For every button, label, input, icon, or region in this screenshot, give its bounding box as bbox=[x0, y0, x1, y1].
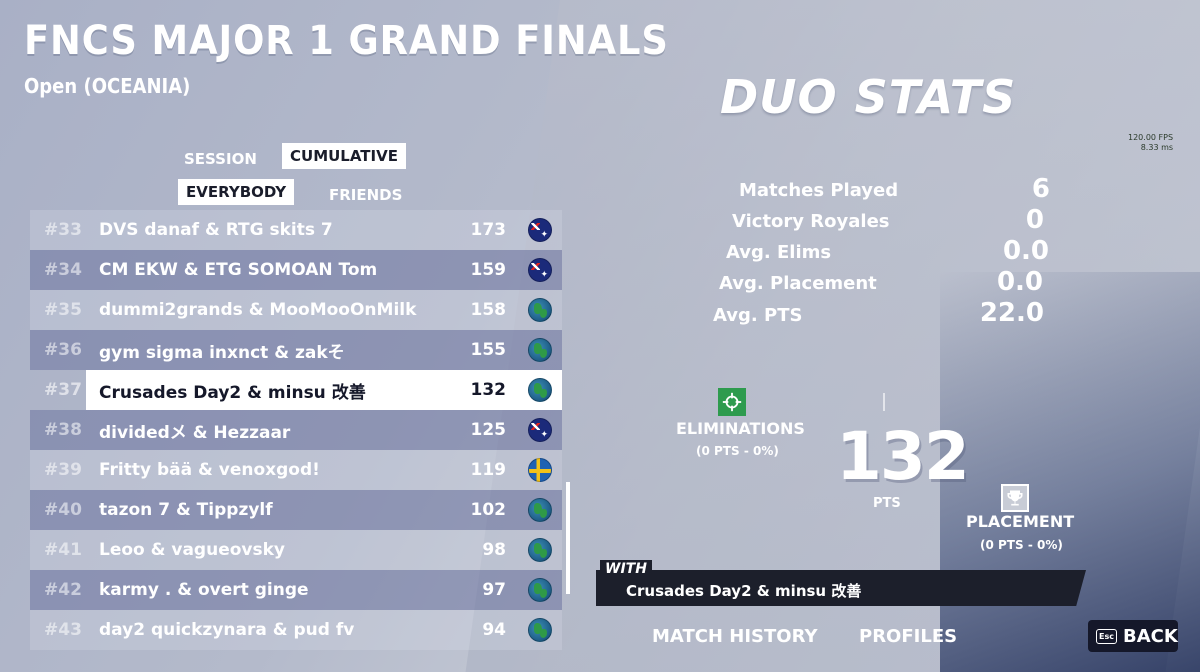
stat-label: Avg. Placement bbox=[719, 273, 877, 294]
row-points: 155 bbox=[470, 340, 507, 360]
row-rank: #43 bbox=[44, 620, 82, 640]
leaderboard: #33 DVS danaf & RTG skits 7 173 #34 CM E… bbox=[30, 210, 562, 650]
row-team-name: dividedメ & Hezzaar bbox=[99, 422, 291, 443]
row-points: 102 bbox=[470, 500, 507, 520]
row-team-name: karmy . & overt ginge bbox=[99, 580, 309, 600]
stat-label: Avg. Elims bbox=[726, 242, 832, 263]
row-team-name: CM EKW & ETG SOMOAN Tom bbox=[99, 260, 378, 280]
leaderboard-row[interactable]: #36 gym sigma inxnct & zakそ 155 bbox=[30, 330, 562, 370]
tab-everybody[interactable]: EVERYBODY bbox=[178, 179, 295, 205]
globe-icon bbox=[528, 498, 552, 522]
background-shade bbox=[940, 272, 1200, 672]
page-title: FNCS MAJOR 1 GRAND FINALS bbox=[24, 18, 669, 64]
esc-key-icon: Esc bbox=[1096, 628, 1117, 644]
divider bbox=[883, 393, 885, 411]
teammate-name: Crusades Day2 & minsu 改善 bbox=[626, 582, 862, 600]
with-label: WITH bbox=[600, 560, 652, 578]
row-rank: #34 bbox=[44, 260, 82, 280]
leaderboard-row[interactable]: #33 DVS danaf & RTG skits 7 173 bbox=[30, 210, 562, 250]
crosshair-icon bbox=[718, 388, 746, 416]
eliminations-label: ELIMINATIONS bbox=[676, 419, 805, 438]
leaderboard-row[interactable]: #34 CM EKW & ETG SOMOAN Tom 159 bbox=[30, 250, 562, 290]
row-points: 159 bbox=[470, 260, 507, 280]
row-team-name: DVS danaf & RTG skits 7 bbox=[99, 220, 333, 240]
tab-cumulative[interactable]: CUMULATIVE bbox=[282, 143, 406, 169]
row-team-name: Leoo & vagueovsky bbox=[99, 540, 286, 560]
row-rank: #33 bbox=[44, 220, 82, 240]
stat-value: 0 bbox=[1025, 205, 1044, 235]
stat-value: 0.0 bbox=[1002, 236, 1049, 266]
page-subtitle: Open (OCEANIA) bbox=[24, 74, 191, 98]
profiles-button[interactable]: PROFILES bbox=[859, 626, 957, 647]
tab-session[interactable]: SESSION bbox=[176, 146, 265, 172]
row-team-name: tazon 7 & Tippzylf bbox=[99, 500, 273, 520]
tab-friends[interactable]: FRIENDS bbox=[321, 182, 410, 208]
leaderboard-row[interactable]: #43 day2 quickzynara & pud fv 94 bbox=[30, 610, 562, 650]
row-points: 98 bbox=[482, 540, 506, 560]
fps-value: 120.00 FPS bbox=[1128, 133, 1174, 142]
match-history-button[interactable]: MATCH HISTORY bbox=[652, 626, 817, 647]
row-points: 173 bbox=[470, 220, 507, 240]
row-points: 125 bbox=[470, 420, 507, 440]
placement-label: PLACEMENT bbox=[966, 512, 1075, 531]
row-rank: #35 bbox=[44, 300, 82, 320]
leaderboard-row[interactable]: #42 karmy . & overt ginge 97 bbox=[30, 570, 562, 610]
australia-flag-icon bbox=[528, 218, 552, 242]
row-rank: #39 bbox=[44, 460, 82, 480]
row-team-name: dummi2grands & MooMooOnMilk bbox=[99, 300, 417, 320]
leaderboard-scrollbar[interactable] bbox=[566, 482, 570, 594]
stat-value: 22.0 bbox=[979, 298, 1044, 328]
sweden-flag-icon bbox=[528, 458, 552, 482]
stat-value: 6 bbox=[1031, 174, 1050, 204]
leaderboard-row[interactable]: #40 tazon 7 & Tippzylf 102 bbox=[30, 490, 562, 530]
leaderboard-row[interactable]: #41 Leoo & vagueovsky 98 bbox=[30, 530, 562, 570]
total-points: 132 bbox=[836, 418, 970, 495]
row-team-name: Crusades Day2 & minsu 改善 bbox=[99, 382, 366, 403]
globe-icon bbox=[528, 378, 552, 402]
row-points: 158 bbox=[470, 300, 507, 320]
leaderboard-row[interactable]: #35 dummi2grands & MooMooOnMilk 158 bbox=[30, 290, 562, 330]
placement-points: (0 PTS - 0%) bbox=[980, 538, 1063, 552]
points-label: PTS bbox=[873, 496, 901, 511]
row-points: 132 bbox=[470, 380, 507, 400]
row-points: 97 bbox=[482, 580, 506, 600]
row-rank: #36 bbox=[44, 340, 82, 360]
stat-value: 0.0 bbox=[996, 267, 1043, 297]
duo-stats-title: DUO STATS bbox=[720, 70, 1017, 124]
trophy-icon bbox=[1001, 484, 1029, 512]
row-rank: #41 bbox=[44, 540, 82, 560]
stat-label: Avg. PTS bbox=[713, 305, 803, 326]
leaderboard-row[interactable]: #38 dividedメ & Hezzaar 125 bbox=[30, 410, 562, 450]
globe-icon bbox=[528, 578, 552, 602]
leaderboard-row[interactable]: #39 Fritty bää & venoxgod! 119 bbox=[30, 450, 562, 490]
row-rank: #40 bbox=[44, 500, 82, 520]
row-points: 119 bbox=[470, 460, 507, 480]
leaderboard-row-selected[interactable]: #37 Crusades Day2 & minsu 改善 132 bbox=[44, 370, 562, 410]
globe-icon bbox=[528, 538, 552, 562]
back-label: BACK bbox=[1122, 625, 1178, 647]
globe-icon bbox=[528, 618, 552, 642]
globe-icon bbox=[528, 338, 552, 362]
stat-label: Victory Royales bbox=[732, 211, 890, 232]
eliminations-points: (0 PTS - 0%) bbox=[696, 444, 779, 458]
fps-counter: 120.00 FPS 8.33 ms bbox=[1128, 133, 1173, 153]
globe-icon bbox=[528, 298, 552, 322]
row-team-name: Fritty bää & venoxgod! bbox=[99, 460, 320, 480]
row-points: 94 bbox=[482, 620, 506, 640]
australia-flag-icon bbox=[528, 258, 552, 282]
row-rank: #38 bbox=[44, 420, 82, 440]
row-rank: #42 bbox=[44, 580, 82, 600]
frametime-value: 8.33 ms bbox=[1140, 143, 1174, 152]
row-team-name: day2 quickzynara & pud fv bbox=[99, 620, 355, 640]
row-rank: #37 bbox=[44, 380, 82, 400]
australia-flag-icon bbox=[528, 418, 552, 442]
back-button[interactable]: Esc BACK bbox=[1088, 620, 1178, 652]
row-team-name: gym sigma inxnct & zakそ bbox=[99, 342, 345, 363]
stat-label: Matches Played bbox=[739, 180, 899, 201]
